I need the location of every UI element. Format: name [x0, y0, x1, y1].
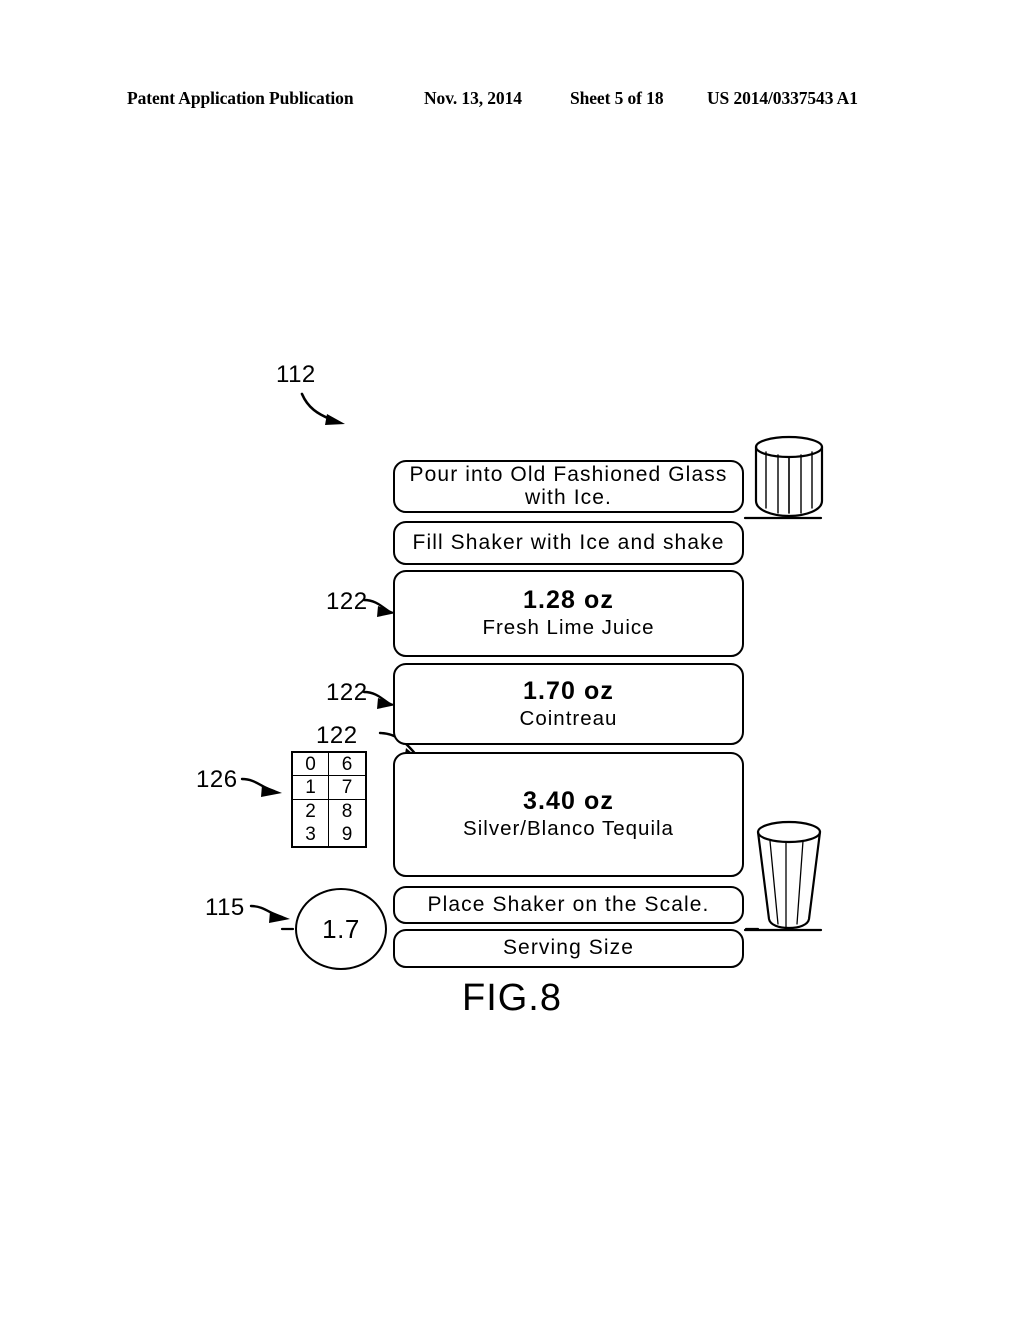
instruction-row-fill-shaker-label: Fill Shaker with Ice and shake	[412, 530, 725, 554]
keypad-key-3[interactable]: 3	[293, 822, 329, 846]
reference-numeral-122-b: 122	[326, 679, 368, 706]
serving-size-value: 1.7	[322, 913, 360, 944]
ingredient-name: Cointreau	[519, 706, 618, 730]
serving-size-value-bubble[interactable]: 1.7	[295, 888, 387, 970]
ingredient-row-cointreau[interactable]: 1.70 oz Cointreau	[393, 663, 744, 745]
ingredient-amount: 3.40 oz	[522, 787, 615, 816]
figure-8-drawing	[0, 0, 1024, 1320]
instruction-row-pour-label: Pour into Old Fashioned Glass with Ice.	[409, 463, 728, 509]
shaker-tin-ridges	[769, 840, 804, 928]
ingredient-amount: 1.28 oz	[522, 586, 615, 615]
ingredient-row-fresh-lime-juice[interactable]: 1.28 oz Fresh Lime Juice	[393, 570, 744, 657]
keypad-key-2[interactable]: 2	[293, 799, 329, 823]
keypad-key-9[interactable]: 9	[329, 823, 365, 846]
ingredient-amount: 1.70 oz	[522, 676, 615, 705]
ingredient-row-silver-blanco-tequila[interactable]: 3.40 oz Silver/Blanco Tequila	[393, 752, 744, 877]
instruction-row-place-shaker-label: Place Shaker on the Scale.	[427, 892, 710, 916]
reference-numeral-126: 126	[196, 766, 238, 793]
keypad-key-8[interactable]: 8	[329, 800, 365, 823]
instruction-row-pour[interactable]: Pour into Old Fashioned Glass with Ice.	[393, 460, 744, 513]
figure-caption: FIG.8	[461, 977, 563, 1019]
reference-numeral-112: 112	[276, 361, 316, 388]
shaker-tin-icon	[756, 820, 822, 930]
instruction-row-place-shaker[interactable]: Place Shaker on the Scale.	[393, 886, 744, 924]
numeric-keypad[interactable]: 0 6 1 7 2 8 3 9	[291, 751, 367, 848]
leader-112	[300, 392, 345, 425]
leader-122-b	[362, 690, 396, 709]
leader-126	[240, 777, 282, 797]
keypad-key-7[interactable]: 7	[329, 776, 365, 800]
keypad-key-6[interactable]: 6	[329, 753, 365, 777]
leader-122-a	[362, 598, 396, 617]
reference-numeral-115: 115	[205, 894, 245, 921]
ingredient-name: Silver/Blanco Tequila	[463, 817, 674, 841]
ingredient-name: Fresh Lime Juice	[482, 616, 655, 640]
serving-size-row-label: Serving Size	[502, 936, 635, 960]
serving-size-row[interactable]: Serving Size	[393, 929, 744, 968]
reference-numeral-122-c: 122	[316, 722, 358, 749]
keypad-key-1[interactable]: 1	[293, 776, 329, 800]
leader-115	[249, 904, 290, 923]
reference-numeral-122-a: 122	[326, 588, 368, 615]
keypad-key-0[interactable]: 0	[293, 753, 329, 777]
instruction-row-fill-shaker[interactable]: Fill Shaker with Ice and shake	[393, 521, 744, 565]
